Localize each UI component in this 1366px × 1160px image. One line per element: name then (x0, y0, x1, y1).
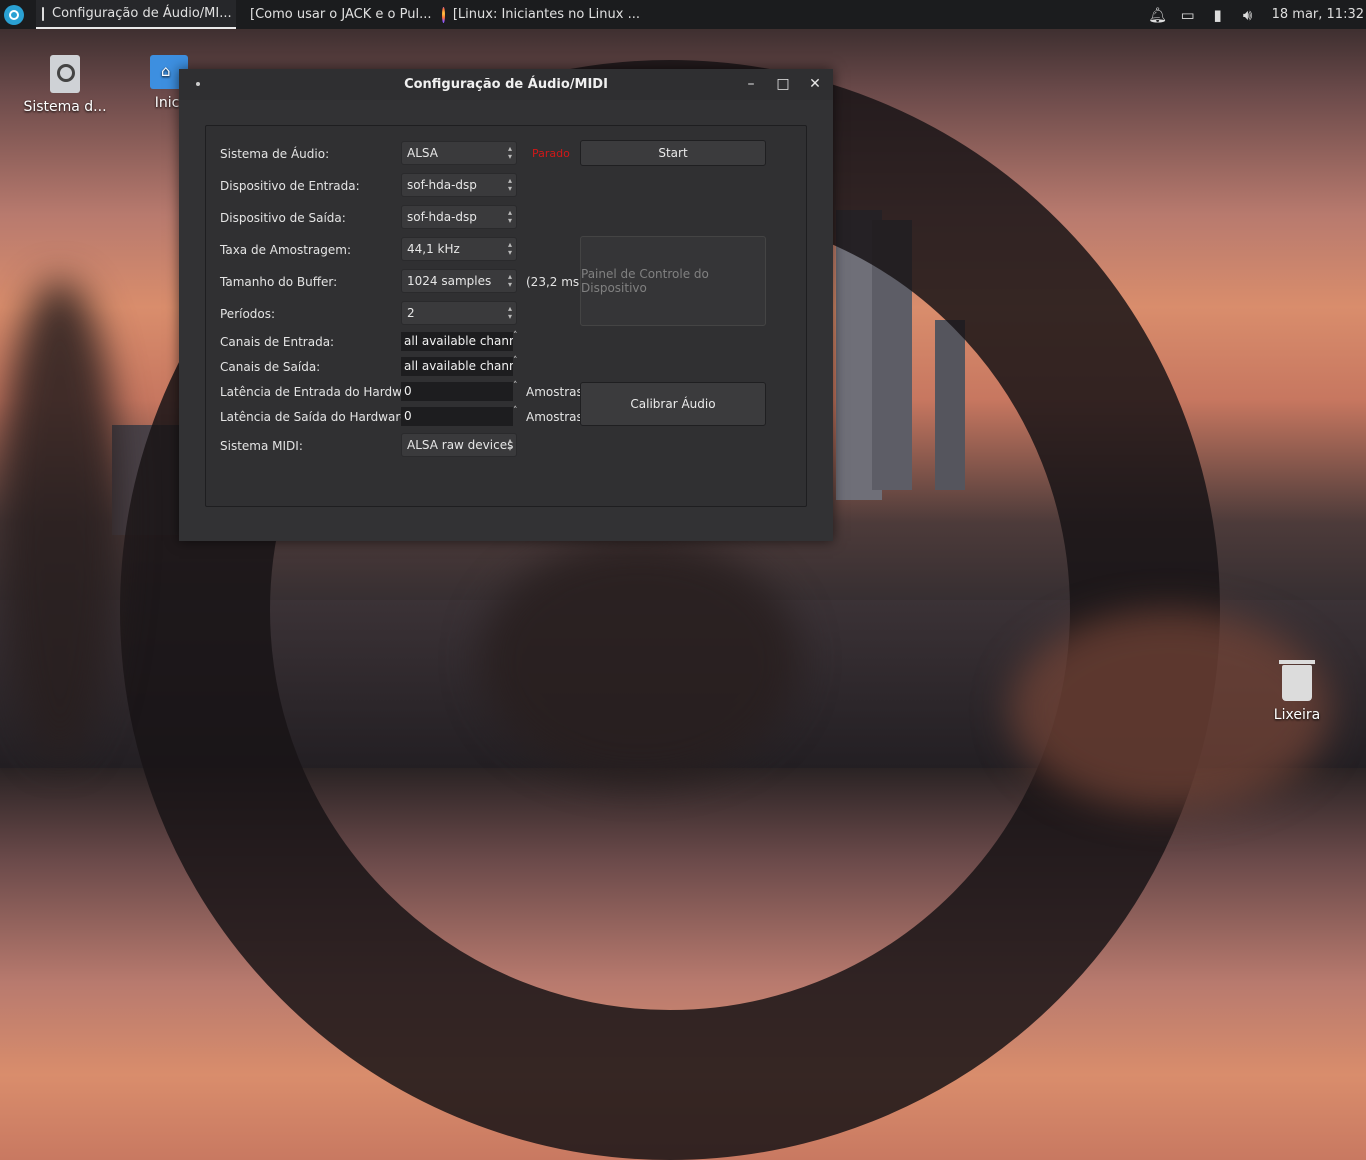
desktop-icon-label: Lixeira (1273, 707, 1321, 723)
midi-system-label: Sistema MIDI: (220, 439, 303, 453)
spin-up-icon[interactable]: ˄ (513, 406, 518, 416)
buffer-size-label: Tamanho do Buffer: (220, 275, 338, 289)
sample-rate-select[interactable]: 44,1 kHz ▴ ▾ (401, 237, 517, 261)
output-device-label: Dispositivo de Saída: (220, 211, 346, 225)
start-menu-button[interactable] (0, 0, 28, 29)
window-icon (42, 6, 44, 21)
updown-arrow-icon: ▴ ▾ (507, 208, 512, 225)
system-tray: 🔔︎ ▭ ▮ 🔊︎ 18 mar, 11:32 (1148, 0, 1366, 29)
firefox-icon (442, 6, 445, 23)
taskbar-task-audio-config[interactable]: Configuração de Áudio/MI... (36, 0, 236, 29)
audio-system-select[interactable]: ALSA ▴ ▾ (401, 141, 517, 165)
buffer-size-value: 1024 samples (407, 274, 492, 288)
desktop-icon-label: Sistema d... (23, 99, 107, 115)
device-control-panel-button[interactable]: Painel de Controle do Dispositivo (580, 236, 766, 326)
task-label: [Linux: Iniciantes no Linux ... (452, 7, 640, 22)
window-titlebar[interactable]: Configuração de Áudio/MIDI – □ ✕ (179, 69, 833, 100)
input-latency-value: 0 (404, 384, 412, 398)
clock[interactable]: 18 mar, 11:32 (1272, 7, 1364, 22)
midi-system-value: ALSA raw devices (407, 438, 514, 452)
output-device-value: sof-hda-dsp (407, 210, 477, 224)
audio-system-value: ALSA (407, 146, 438, 160)
trash-icon (1279, 660, 1315, 701)
audio-system-label: Sistema de Áudio: (220, 147, 330, 161)
task-label: [Como usar o JACK e o Pul... (250, 7, 432, 22)
output-latency-label: Latência de Saída do Hardware: (220, 410, 412, 424)
input-latency-unit: Amostras (526, 385, 583, 399)
buffer-latency-ms: (23,2 ms) (526, 275, 584, 289)
input-latency-spinbox[interactable]: 0 (401, 382, 513, 401)
speaker-icon[interactable]: 🔊︎ (1238, 6, 1258, 24)
input-channels-value: all available channels (404, 334, 513, 348)
updown-arrow-icon: ▴ ▾ (507, 176, 512, 193)
input-channels-spinbox[interactable]: all available channels (401, 332, 513, 351)
periods-value: 2 (407, 306, 415, 320)
input-device-value: sof-hda-dsp (407, 178, 477, 192)
window-menu-icon[interactable] (196, 82, 200, 86)
spin-up-icon[interactable]: ˄ (513, 331, 518, 341)
input-device-label: Dispositivo de Entrada: (220, 179, 360, 193)
output-device-select[interactable]: sof-hda-dsp ▴ ▾ (401, 205, 517, 229)
desktop-icon-trash[interactable]: Lixeira (1252, 660, 1342, 723)
updown-arrow-icon: ▴ ▾ (507, 272, 512, 289)
bell-icon[interactable]: 🔔︎ (1148, 6, 1168, 24)
midi-system-select[interactable]: ALSA raw devices ▴ ▾ (401, 433, 517, 457)
status-badge: Parado (532, 147, 570, 160)
periods-label: Períodos: (220, 307, 276, 321)
taskbar-task-firefox-linux[interactable]: [Linux: Iniciantes no Linux ... (436, 0, 646, 29)
buffer-size-select[interactable]: 1024 samples ▴ ▾ (401, 269, 517, 293)
close-button[interactable]: ✕ (805, 74, 825, 94)
screen-icon[interactable]: ▭ (1178, 6, 1198, 24)
periods-select[interactable]: 2 ▴ ▾ (401, 301, 517, 325)
drive-icon (50, 55, 80, 93)
output-channels-label: Canais de Saída: (220, 360, 321, 374)
output-channels-spinbox[interactable]: all available channels (401, 357, 513, 376)
spin-up-icon[interactable]: ˄ (513, 381, 518, 391)
taskbar-task-firefox-jack[interactable]: [Como usar o JACK e o Pul... (236, 0, 436, 29)
task-label: Configuração de Áudio/MI... (52, 6, 232, 21)
distro-logo-icon (4, 4, 24, 25)
input-device-select[interactable]: sof-hda-dsp ▴ ▾ (401, 173, 517, 197)
audio-midi-config-window: Configuração de Áudio/MIDI – □ ✕ Sistema… (179, 69, 833, 541)
desktop-icon-system-drive[interactable]: Sistema d... (20, 55, 110, 115)
spin-up-icon[interactable]: ˄ (513, 356, 518, 366)
window-title: Configuração de Áudio/MIDI (404, 77, 608, 92)
output-latency-spinbox[interactable]: 0 (401, 407, 513, 426)
minimize-button[interactable]: – (741, 74, 761, 94)
calibrate-audio-button[interactable]: Calibrar Áudio (580, 382, 766, 426)
output-channels-value: all available channels (404, 359, 513, 373)
start-button[interactable]: Start (580, 140, 766, 166)
updown-arrow-icon: ▴ ▾ (507, 144, 512, 161)
maximize-button[interactable]: □ (773, 74, 793, 94)
updown-arrow-icon: ▴ ▾ (507, 240, 512, 257)
output-latency-unit: Amostras (526, 410, 583, 424)
updown-arrow-icon: ▴ ▾ (507, 436, 512, 453)
taskbar: Configuração de Áudio/MI... [Como usar o… (0, 0, 1366, 29)
updown-arrow-icon: ▴ ▾ (507, 304, 512, 321)
sample-rate-value: 44,1 kHz (407, 242, 460, 256)
sample-rate-label: Taxa de Amostragem: (220, 243, 351, 257)
output-latency-value: 0 (404, 409, 412, 423)
input-latency-label: Latência de Entrada do Hardware: (220, 385, 426, 399)
battery-charging-icon[interactable]: ▮ (1208, 6, 1228, 24)
settings-panel: Sistema de Áudio: Dispositivo de Entrada… (205, 125, 807, 507)
input-channels-label: Canais de Entrada: (220, 335, 335, 349)
